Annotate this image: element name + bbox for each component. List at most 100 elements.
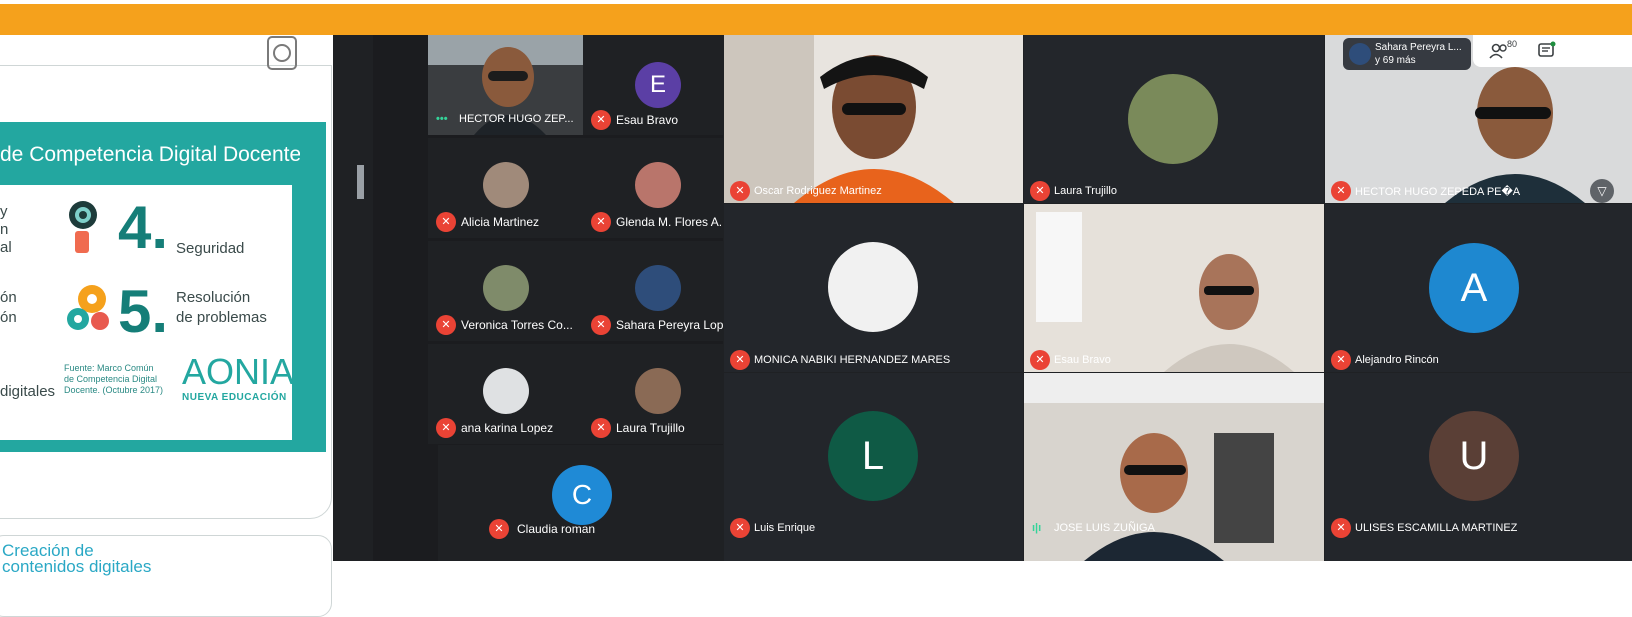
- slide-fragment: y: [0, 203, 8, 220]
- participant-tile[interactable]: ✕ Oscar Rodriguez Martinez: [724, 35, 1023, 203]
- mic-off-icon: ✕: [436, 315, 456, 335]
- mic-off-icon: ✕: [591, 418, 611, 438]
- slide-heading: de Competencia Digital Docente: [0, 143, 300, 166]
- people-icon[interactable]: 80: [1489, 39, 1523, 61]
- slide-fragment: ón: [0, 309, 17, 326]
- mic-off-icon: ✕: [1331, 181, 1351, 201]
- speaking-dots: •••: [436, 113, 448, 125]
- participant-name: Sahara Pereyra Lop...: [616, 318, 723, 332]
- participant-photo: [635, 368, 681, 414]
- speaking-indicator-icon: ı|ı: [1032, 522, 1042, 534]
- source-line: Fuente: Marco Común: [64, 363, 154, 373]
- participant-name: HECTOR HUGO ZEP...: [459, 113, 574, 125]
- participant-tile[interactable]: ✕ Sahara Pereyra Lop...: [583, 241, 723, 341]
- participant-name: Laura Trujillo: [616, 421, 685, 435]
- participant-name: Esau Bravo: [616, 113, 679, 127]
- mic-off-icon: ✕: [1030, 181, 1050, 201]
- participant-avatar: U: [1429, 411, 1519, 501]
- mic-off-icon: ✕: [591, 315, 611, 335]
- participant-name: Alejandro Rincón: [1355, 354, 1439, 366]
- participant-photo: [635, 265, 681, 311]
- participant-tile[interactable]: A ✕ Alejandro Rincón: [1325, 204, 1632, 372]
- next-slide-title: contenidos digitales: [2, 557, 152, 576]
- slide-fragment: ón: [0, 289, 17, 306]
- item-label: Resolución: [176, 289, 251, 306]
- mic-off-icon: ✕: [730, 518, 750, 538]
- top-orange-bar: [0, 4, 1632, 35]
- host-more: y 69 más: [1375, 55, 1416, 66]
- mic-off-icon: ✕: [1331, 518, 1351, 538]
- participant-tile[interactable]: ••• HECTOR HUGO ZEP...: [428, 35, 583, 135]
- participant-name: Alicia Martinez: [461, 215, 540, 229]
- slide-fragment: al: [0, 239, 12, 256]
- participant-avatar: L: [828, 411, 918, 501]
- eye-magnifier-icon: [66, 199, 100, 259]
- participant-tile[interactable]: C ✕ Claudia roman: [483, 447, 683, 561]
- participant-tile[interactable]: E ✕ Esau Bravo: [583, 35, 723, 135]
- participant-name: Veronica Torres Co...: [461, 318, 573, 332]
- host-name: Sahara Pereyra L...: [1375, 42, 1462, 53]
- brand-logo: AONIA: [182, 351, 295, 392]
- participant-avatar: E: [635, 62, 681, 108]
- participant-photo: [483, 162, 529, 208]
- participant-name: Oscar Rodriguez Martinez: [754, 185, 882, 197]
- participant-photo: [1128, 74, 1218, 164]
- crest-icon: [262, 35, 302, 73]
- host-chip[interactable]: Sahara Pereyra L... y 69 más: [1343, 38, 1471, 70]
- source-line: Docente. (Octubre 2017): [64, 385, 164, 395]
- item-number: 5.: [118, 278, 169, 345]
- participant-name: Luis Enrique: [754, 522, 816, 534]
- toolbar: 80: [1473, 35, 1632, 67]
- mic-off-icon: ✕: [1331, 350, 1351, 370]
- participant-name: Glenda M. Flores A...: [616, 215, 723, 229]
- participant-name: HECTOR HUGO ZEPEDA PE�A: [1355, 186, 1521, 198]
- mic-off-icon: ✕: [591, 110, 611, 130]
- participant-name: JOSE LUIS ZUÑIGA: [1054, 522, 1155, 534]
- participant-name: Esau Bravo: [1054, 354, 1111, 366]
- mic-off-icon: ✕: [489, 519, 509, 539]
- participant-photo: [828, 242, 918, 332]
- item-label: Seguridad: [176, 240, 245, 257]
- participant-tile[interactable]: ✕ ana karina Lopez: [428, 344, 583, 444]
- mic-off-icon: ✕: [436, 418, 456, 438]
- participant-name: Claudia roman: [517, 522, 596, 536]
- participant-tile[interactable]: ı|ı JOSE LUIS ZUÑIGA: [1024, 373, 1324, 561]
- pin-icon[interactable]: ▽: [1590, 179, 1614, 203]
- participant-name: ana karina Lopez: [461, 421, 554, 435]
- slide-fragment: n: [0, 221, 9, 238]
- mic-off-icon: ✕: [436, 212, 456, 232]
- participant-name: ULISES ESCAMILLA MARTINEZ: [1355, 522, 1518, 534]
- scroll-handle[interactable]: [357, 165, 364, 199]
- mic-off-icon: ✕: [730, 181, 750, 201]
- slide-panel: de Competencia Digital Docente y n al ón…: [0, 35, 333, 617]
- participant-tile[interactable]: U ✕ ULISES ESCAMILLA MARTINEZ: [1325, 373, 1632, 561]
- participant-avatar: C: [552, 465, 612, 525]
- participant-tile[interactable]: ✕ Laura Trujillo: [583, 344, 723, 444]
- participant-tile[interactable]: ✕ Esau Bravo: [1024, 204, 1324, 372]
- participant-tile[interactable]: ✕ Alicia Martinez: [428, 138, 583, 238]
- item-number: 4.: [118, 194, 169, 261]
- slide-content: y n al ón ón digitales 4. Seguridad 5. R…: [0, 185, 295, 440]
- meeting-area: ••• HECTOR HUGO ZEP... E ✕ Esau Bravo ✕ …: [333, 35, 1632, 561]
- slide-fragment: digitales: [0, 383, 56, 400]
- mic-off-icon: ✕: [591, 212, 611, 232]
- source-line: de Competencia Digital: [64, 374, 158, 384]
- mic-off-icon: ✕: [730, 350, 750, 370]
- participant-avatar: A: [1429, 243, 1519, 333]
- participant-tile[interactable]: ✕ MONICA NABIKI HERNANDEZ MARES: [724, 204, 1023, 372]
- participant-tile[interactable]: ✕ Laura Trujillo: [1024, 35, 1324, 203]
- participant-tile[interactable]: ✕ Glenda M. Flores A...: [583, 138, 723, 238]
- participant-tile[interactable]: ✕ Veronica Torres Co...: [428, 241, 583, 341]
- participant-name: MONICA NABIKI HERNANDEZ MARES: [754, 354, 951, 366]
- participant-photo: [635, 162, 681, 208]
- participant-photo: [483, 368, 529, 414]
- gears-icon: [62, 281, 114, 333]
- participant-photo: [483, 265, 529, 311]
- mic-off-icon: ✕: [1030, 350, 1050, 370]
- participant-name: Laura Trujillo: [1054, 185, 1117, 197]
- chat-icon[interactable]: [1537, 41, 1557, 61]
- participant-tile[interactable]: L ✕ Luis Enrique: [724, 373, 1023, 561]
- item-label: de problemas: [176, 309, 267, 326]
- brand-subtitle: NUEVA EDUCACIÓN: [182, 392, 287, 403]
- participant-count: 80: [1507, 39, 1518, 49]
